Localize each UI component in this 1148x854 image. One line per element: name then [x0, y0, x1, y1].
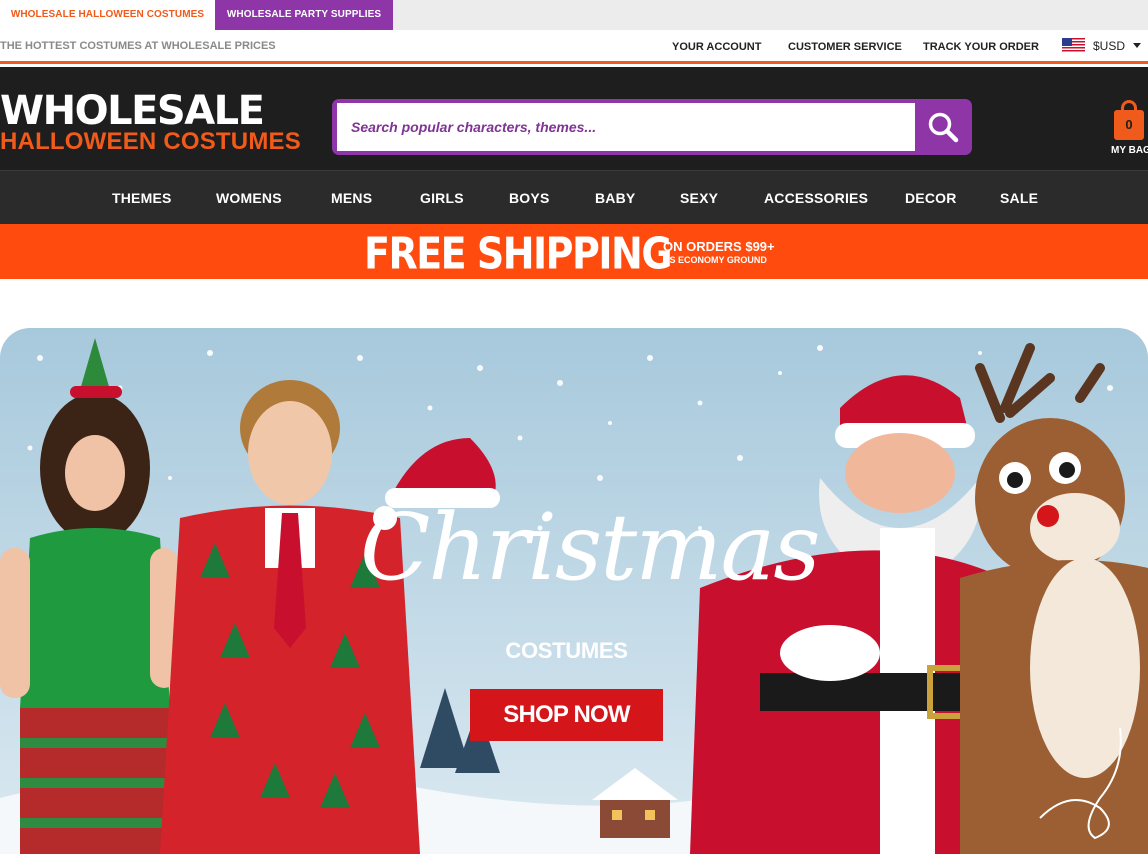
- bag-label: MY BAG: [1111, 145, 1148, 156]
- search-bar: [332, 99, 972, 155]
- tab-wholesale-party-supplies[interactable]: WHOLESALE PARTY SUPPLIES: [215, 0, 393, 30]
- hero-script-title: Christmas: [360, 494, 821, 601]
- site-logo[interactable]: WHOLESALE HALLOWEEN COSTUMES: [0, 88, 301, 155]
- nav-mens[interactable]: MENS: [331, 190, 372, 206]
- cottage: [600, 798, 670, 838]
- search-icon: [928, 112, 959, 143]
- site-header: WHOLESALE HALLOWEEN COSTUMES 0 MY BAG: [0, 67, 1148, 170]
- hero-subtitle: COSTUMES: [505, 638, 628, 663]
- nav-womens[interactable]: WOMENS: [216, 190, 282, 206]
- track-order-link[interactable]: TRACK YOUR ORDER: [923, 41, 1039, 53]
- shopping-bag[interactable]: 0 MY BAG: [1108, 97, 1148, 157]
- shipping-headline: FREE SHIPPING: [364, 228, 673, 279]
- logo-line-1: WHOLESALE: [0, 88, 265, 134]
- utility-bar: THE HOTTEST COSTUMES AT WHOLESALE PRICES…: [0, 30, 1148, 64]
- nav-girls[interactable]: GIRLS: [420, 190, 464, 206]
- us-flag-icon: [1062, 38, 1085, 53]
- currency-label: $USD: [1093, 38, 1126, 53]
- currency-selector[interactable]: $USD: [1062, 38, 1142, 53]
- shop-now-button[interactable]: SHOP NOW: [470, 689, 663, 741]
- main-nav: THEMES WOMENS MENS GIRLS BOYS BABY SEXY …: [0, 170, 1148, 224]
- shipping-threshold: ON ORDERS $99+: [663, 239, 775, 254]
- shipping-method: US ECONOMY GROUND: [663, 255, 767, 265]
- nav-decor[interactable]: DECOR: [905, 190, 957, 206]
- site-tab-strip: WHOLESALE HALLOWEEN COSTUMES WHOLESALE P…: [0, 0, 1148, 30]
- customer-service-link[interactable]: CUSTOMER SERVICE: [788, 41, 902, 53]
- chevron-down-icon: [1133, 43, 1142, 48]
- nav-baby[interactable]: BABY: [595, 190, 635, 206]
- nav-themes[interactable]: THEMES: [112, 190, 172, 206]
- nav-accessories[interactable]: ACCESSORIES: [764, 190, 868, 206]
- nav-sale[interactable]: SALE: [1000, 190, 1038, 206]
- christmas-hero-banner[interactable]: Christmas COSTUMES SHOP NOW: [0, 328, 1148, 854]
- nav-boys[interactable]: BOYS: [509, 190, 549, 206]
- bag-count: 0: [1114, 110, 1144, 140]
- tagline: THE HOTTEST COSTUMES AT WHOLESALE PRICES: [0, 40, 276, 52]
- free-shipping-banner[interactable]: FREE SHIPPING ON ORDERS $99+ US ECONOMY …: [0, 224, 1148, 279]
- search-input[interactable]: [337, 103, 915, 151]
- search-button[interactable]: [918, 103, 968, 151]
- your-account-link[interactable]: YOUR ACCOUNT: [672, 41, 761, 53]
- logo-line-2: HALLOWEEN COSTUMES: [0, 128, 301, 155]
- tab-wholesale-halloween-costumes[interactable]: WHOLESALE HALLOWEEN COSTUMES: [0, 0, 215, 30]
- nav-sexy[interactable]: SEXY: [680, 190, 718, 206]
